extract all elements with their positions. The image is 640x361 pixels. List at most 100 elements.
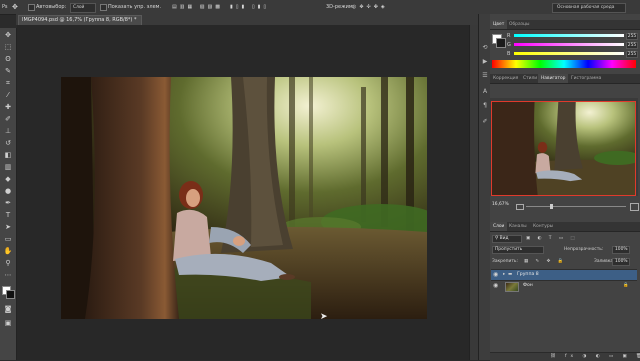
options-bar: Ps ✥ Автовыбор: Слой Показать упр. элем.… [0,0,640,15]
slider-r-label: R [507,33,511,39]
history-icon[interactable]: ⟲ [481,44,489,52]
shape-icon[interactable]: ▭ [2,234,14,244]
opacity-field[interactable]: 100% [612,246,630,254]
zoom-slider-thumb[interactable] [550,204,553,209]
move-icon[interactable]: ✥ [2,30,14,40]
navigator-panel-tabs: Коррекция Стили Навигатор Гистограмма [490,74,640,84]
slider-b-label: B [507,51,511,57]
tab-adjustments[interactable]: Коррекция [490,74,521,83]
layer-name-background: Фон [523,283,533,288]
layer-name-group: Группа 8 [517,272,539,277]
mode-3d-label: 3D-режим: [326,4,355,10]
document-photo[interactable] [61,77,427,319]
zoom-icon[interactable]: ⚲ [2,258,14,268]
paragraph-icon[interactable]: ¶ [481,102,489,110]
vertical-scrollbar[interactable] [469,25,478,360]
tab-color[interactable]: Цвет [490,20,508,29]
auto-select-checkbox[interactable] [28,4,35,11]
lasso-icon[interactable]: ʘ [2,54,14,64]
zoom-out-icon[interactable] [516,204,524,210]
eyedropper-icon[interactable]: ⁄ [2,90,14,100]
slider-g[interactable] [514,43,624,46]
slider-g-value[interactable]: 255 [626,42,638,49]
blur-icon[interactable]: ◆ [2,174,14,184]
layer-lock-icon: 🔒 [623,283,629,288]
slider-g-label: G [507,42,511,48]
screen-mode-icon[interactable]: ▣ [2,318,14,328]
mode-3d-icons[interactable]: ◎✥✣✤◈ [352,3,388,11]
brush-presets-icon[interactable]: ✐ [481,118,489,126]
tab-navigator[interactable]: Навигатор [538,74,569,83]
quick-mask-icon[interactable]: ◙ [2,304,14,314]
slider-r-value[interactable]: 255 [626,33,638,40]
layer-thumbnail [505,282,519,292]
visibility-eye-icon[interactable]: ◉ [493,272,500,278]
layers-panel-tabs: Слои Каналы Контуры [490,222,640,232]
color-background-swatch[interactable] [496,38,506,48]
slider-b[interactable] [514,52,624,55]
healing-icon[interactable]: ✚ [2,102,14,112]
slider-b-value[interactable]: 255 [626,51,638,58]
marquee-icon[interactable]: ⬚ [2,42,14,52]
visibility-eye-icon[interactable]: ◉ [493,283,500,289]
blend-mode-dropdown[interactable]: Пропустить [492,246,544,254]
layer-row-group[interactable]: ◉ ▸ ▬ Группа 8 [491,269,637,280]
workspace-dropdown[interactable]: Основная рабочая среда [552,3,626,13]
more-tools-icon[interactable]: ⋯ [2,270,14,280]
actions-icon[interactable]: ▶ [481,58,489,66]
ps-logo: Ps [2,4,8,10]
move-tool-icon[interactable]: ✥ [12,3,18,11]
color-spectrum-bar[interactable] [492,60,636,68]
character-icon[interactable]: A [481,88,489,96]
forest-portrait-image [61,77,427,319]
show-transform-label: Показать упр. элем. [108,4,162,10]
tab-swatches[interactable]: Образцы [506,20,532,29]
lock-icons[interactable]: ▦ ✎ ✥ 🔒 [524,259,566,264]
background-color-swatch[interactable] [6,290,15,299]
tab-paths[interactable]: Контуры [530,222,556,231]
layer-action-icons[interactable]: ⛓ fx ◑ ◐ ▭ ▣ 🗑 [550,354,640,359]
gradient-icon[interactable]: ▥ [2,162,14,172]
tab-channels[interactable]: Каналы [506,222,530,231]
tab-layers[interactable]: Слои [490,222,508,231]
dodge-icon[interactable]: ● [2,186,14,196]
distribute-icons[interactable]: ▮▯▮ ▯▮▯ [230,3,269,11]
folder-expand-icon[interactable]: ▸ [503,272,505,277]
lock-label: Закрепить: [492,259,518,264]
fill-field[interactable]: 100% [612,258,630,266]
stamp-icon[interactable]: ⊥ [2,126,14,136]
layer-select-dropdown[interactable]: Слой [70,3,96,13]
zoom-in-icon[interactable] [630,203,639,211]
layer-row-background[interactable]: ◉ Фон 🔒 [491,280,637,292]
align-icons[interactable]: ▤▥▦ ▧▨▩ [172,3,223,11]
brush-icon[interactable]: ✐ [2,114,14,124]
eraser-icon[interactable]: ◧ [2,150,14,160]
layer-filter-icons[interactable]: ▣ ◐ T ▭ ⬚ [526,236,578,241]
tools-panel: ✥ ⬚ ʘ ✎ ⌗ ⁄ ✚ ✐ ⊥ ↺ ◧ ▥ ◆ ● ✒ T ➤ ▭ ✋ ⚲ … [0,28,17,360]
right-panels: Цвет Образцы R 255 G 255 B 255 Коррекция… [490,14,640,361]
history-brush-icon[interactable]: ↺ [2,138,14,148]
show-transform-checkbox[interactable] [100,4,107,11]
layer-filter-label: Вид [499,236,509,241]
navigator-view-frame[interactable] [491,101,636,196]
navigator-thumbnail[interactable] [491,101,636,196]
workspace-value: Основная рабочая среда [557,5,615,10]
auto-select-label: Автовыбор: [36,4,67,10]
navigator-zoom-value[interactable]: 16,67% [490,202,512,208]
slider-r[interactable] [514,34,624,37]
quick-select-icon[interactable]: ✎ [2,66,14,76]
path-select-icon[interactable]: ➤ [2,222,14,232]
color-panel-tabs: Цвет Образцы [490,20,640,30]
folder-icon: ▬ [508,272,513,277]
hand-icon[interactable]: ✋ [2,246,14,256]
crop-icon[interactable]: ⌗ [2,78,14,88]
opacity-value: 100% [615,247,628,252]
zoom-slider[interactable] [526,206,626,207]
pen-icon[interactable]: ✒ [2,198,14,208]
layer-filter-dropdown[interactable]: ⚲ Вид [492,235,522,243]
blend-mode-value: Пропустить [495,247,523,252]
tab-histogram[interactable]: Гистограмма [568,74,604,83]
properties-icon[interactable]: ☰ [481,72,489,80]
fill-value: 100% [615,259,628,264]
type-icon[interactable]: T [2,210,14,220]
